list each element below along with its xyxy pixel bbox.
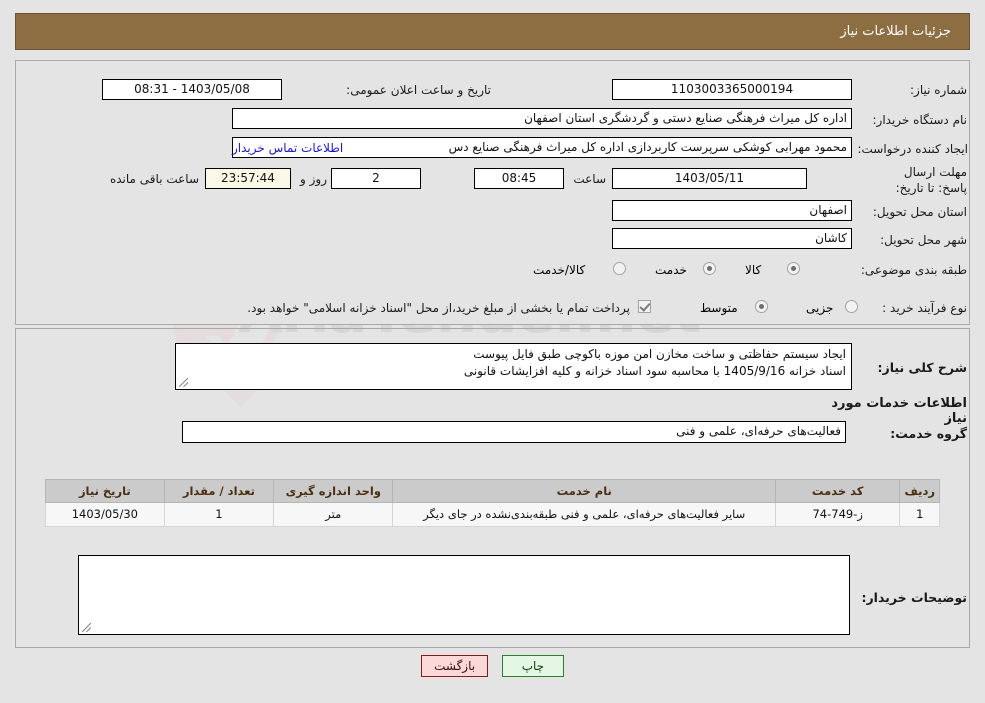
requester-label: ایجاد کننده درخواست:: [857, 142, 968, 156]
col-qty: تعداد / مقدار: [163, 479, 275, 503]
deadline-date-field[interactable]: 1403/05/11: [612, 168, 807, 189]
action-button-bar: چاپ بازگشت: [0, 655, 985, 677]
col-radif: ردیف: [899, 479, 940, 503]
resize-grip-icon[interactable]: [178, 377, 189, 388]
city-field[interactable]: کاشان: [612, 228, 852, 249]
radio-category-kala-label: کالا: [745, 263, 762, 277]
city-label: شهر محل تحویل:: [880, 233, 967, 247]
back-button[interactable]: بازگشت: [421, 655, 489, 677]
need-number-label: شماره نیاز:: [910, 83, 967, 97]
description-label: شرح کلی نیاز:: [877, 360, 967, 375]
buyer-notes-textarea[interactable]: [78, 555, 850, 635]
service-group-field[interactable]: فعالیت‌های حرفه‌ای، علمی و فنی: [182, 421, 846, 443]
table-header-row: ردیف کد خدمت نام خدمت واحد اندازه گیری ت…: [45, 479, 940, 503]
description-line-2: اسناد خزانه 1405/9/16 با محاسبه سود اسنا…: [463, 364, 846, 378]
description-line-1: ایجاد سیستم حفاظتی و ساخت مخازن امن موزه…: [473, 347, 846, 361]
cell-qty: 1: [163, 502, 275, 527]
col-name: نام خدمت: [392, 479, 776, 503]
radio-category-kala[interactable]: [787, 262, 800, 275]
category-label: طبقه بندی موضوعی:: [860, 263, 967, 277]
deadline-time-field[interactable]: 08:45: [474, 168, 564, 189]
services-table: ردیف کد خدمت نام خدمت واحد اندازه گیری ت…: [45, 479, 940, 527]
province-field[interactable]: اصفهان: [612, 200, 852, 221]
need-number-field[interactable]: 1103003365000194: [612, 79, 852, 100]
radio-category-kala-khedmat-label: کالا/خدمت: [533, 263, 586, 277]
buyer-org-field[interactable]: اداره کل میراث فرهنگی صنایع دستی و گردشگ…: [232, 108, 852, 129]
radio-process-motavaset-label: متوسط: [700, 301, 738, 315]
table-row[interactable]: 1 ز-749-74 سایر فعالیت‌های حرفه‌ای، علمی…: [45, 502, 940, 527]
cell-code: ز-749-74: [774, 502, 901, 527]
page-title: جزئیات اطلاعات نیاز: [15, 13, 970, 50]
remaining-days-field[interactable]: 2: [331, 168, 421, 189]
col-code: کد خدمت: [774, 479, 901, 503]
radio-category-kala-khedmat[interactable]: [613, 262, 626, 275]
service-group-label: گروه خدمت:: [890, 426, 967, 441]
page-root: AriaTender.net جزئیات اطلاعات نیاز شماره…: [0, 0, 985, 703]
radio-category-khedmat[interactable]: [703, 262, 716, 275]
remaining-clock-suffix: ساعت باقی مانده: [109, 172, 199, 186]
buyer-org-label: نام دستگاه خریدار:: [872, 113, 968, 127]
radio-process-motavaset[interactable]: [755, 300, 768, 313]
resize-grip-icon[interactable]: [81, 622, 92, 633]
treasury-bonds-checkbox[interactable]: [638, 300, 651, 313]
col-unit: واحد اندازه گیری: [273, 479, 394, 503]
remaining-days-suffix: روز و: [300, 172, 327, 186]
radio-process-jozei[interactable]: [845, 300, 858, 313]
description-textarea[interactable]: ایجاد سیستم حفاظتی و ساخت مخازن امن موزه…: [175, 343, 852, 390]
process-label: نوع فرآیند خرید :: [882, 301, 967, 315]
deadline-hour-label: ساعت: [573, 172, 606, 186]
col-date: تاریخ نیاز: [45, 479, 165, 503]
cell-date: 1403/05/30: [45, 502, 165, 527]
deadline-label: مهلت ارسال پاسخ: تا تاریخ:: [895, 165, 967, 195]
treasury-bonds-label: پرداخت تمام یا بخشی از مبلغ خرید،از محل …: [247, 301, 630, 315]
radio-process-jozei-label: جزیی: [806, 301, 834, 315]
cell-name: سایر فعالیت‌های حرفه‌ای، علمی و فنی طبقه…: [392, 502, 776, 527]
cell-unit: متر: [273, 502, 394, 527]
buyer-contact-link[interactable]: اطلاعات تماس خریدار: [232, 141, 343, 155]
province-label: استان محل تحویل:: [872, 205, 967, 219]
radio-category-khedmat-label: خدمت: [655, 263, 687, 277]
remaining-countdown-field: 23:57:44: [205, 168, 291, 189]
cell-radif: 1: [899, 502, 940, 527]
public-announce-label: تاریخ و ساعت اعلان عمومی:: [346, 83, 491, 97]
public-announce-field[interactable]: 1403/05/08 - 08:31: [102, 79, 282, 100]
buyer-notes-label: توضیحات خریدار:: [861, 590, 967, 605]
print-button[interactable]: چاپ: [501, 655, 564, 677]
